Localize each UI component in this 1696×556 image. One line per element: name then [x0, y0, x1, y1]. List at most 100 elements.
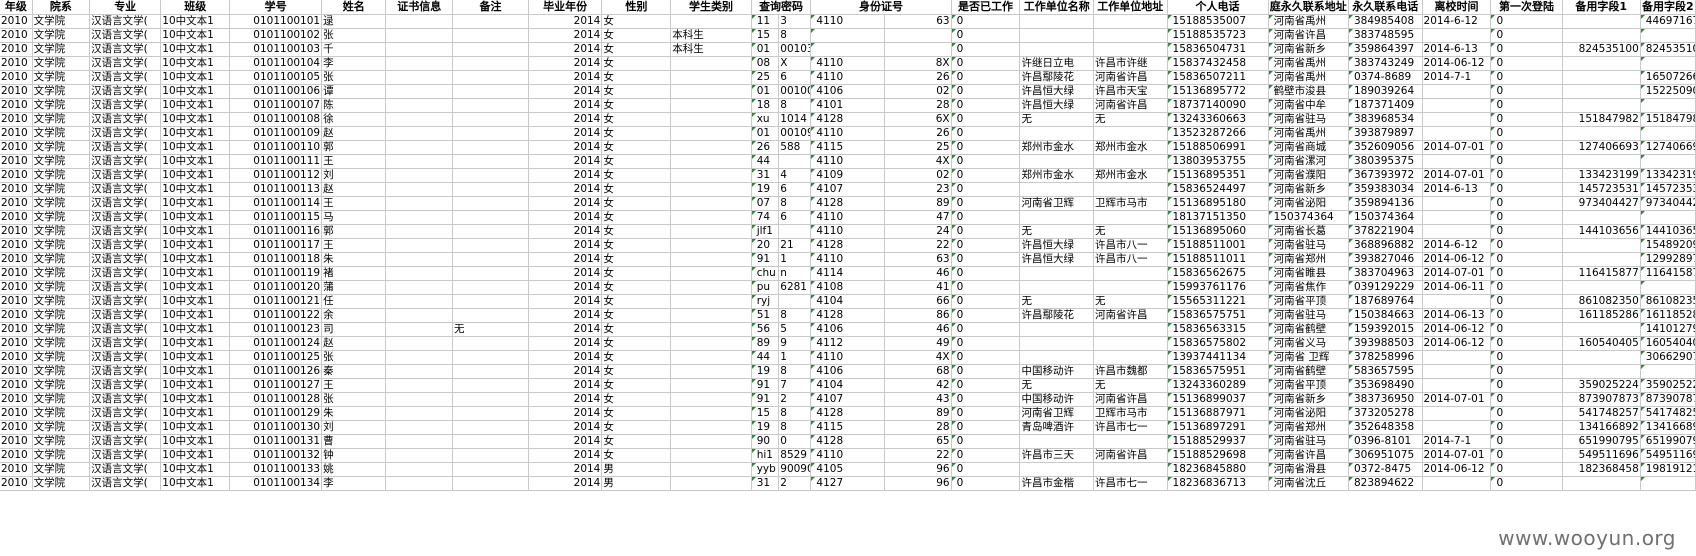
table-cell[interactable]: 郭	[321, 140, 387, 155]
table-cell[interactable]	[670, 182, 752, 197]
table-cell[interactable]: 2014	[528, 42, 603, 57]
table-cell[interactable]	[1019, 210, 1094, 225]
table-cell[interactable]: 28	[884, 98, 952, 113]
table-cell[interactable]	[452, 210, 529, 225]
table-cell[interactable]: 0101100111	[229, 154, 323, 169]
table-cell[interactable]: 07	[751, 196, 780, 211]
table-cell[interactable]: 00103	[778, 42, 812, 57]
table-cell[interactable]: 2014-07-01	[1422, 140, 1492, 155]
table-cell[interactable]: 4128	[810, 112, 885, 127]
table-cell[interactable]: 651990795	[1562, 434, 1641, 449]
table-cell[interactable]: 徐	[321, 112, 387, 127]
table-cell[interactable]: 河南省义马	[1268, 336, 1350, 351]
table-cell[interactable]: 本科生	[670, 42, 752, 57]
table-cell[interactable]: 63	[884, 14, 952, 29]
table-cell[interactable]	[452, 56, 529, 71]
spreadsheet[interactable]: 年级 院系 专业 班级 学号 姓名 证书信息 备注 毕业年份 性别 学生类别 查…	[0, 0, 1696, 530]
table-cell[interactable]: 许昌恒大绿	[1019, 84, 1094, 99]
table-cell[interactable]: 许昌恒大绿	[1019, 238, 1094, 253]
table-cell[interactable]: 汉语言文学(	[89, 168, 162, 183]
table-cell[interactable]: 女	[601, 168, 672, 183]
table-cell[interactable]: 10中文本1	[160, 336, 231, 351]
table-cell[interactable]: hi1	[751, 448, 780, 463]
table-cell[interactable]: 4X	[884, 154, 952, 169]
table-cell[interactable]: 女	[601, 392, 672, 407]
table-cell[interactable]: 无	[1019, 224, 1094, 239]
table-cell[interactable]: X	[778, 56, 812, 71]
table-cell[interactable]: 河南省驻马	[1268, 308, 1350, 323]
table-cell[interactable]: 2010	[0, 294, 33, 309]
table-cell[interactable]	[1422, 98, 1492, 113]
table-cell[interactable]	[1562, 70, 1641, 85]
table-cell[interactable]: 0396-8101	[1348, 434, 1423, 449]
table-cell[interactable]: 973404427	[1640, 196, 1696, 211]
table-cell[interactable]: 378258996	[1348, 350, 1423, 365]
table-cell[interactable]: 549511696	[1562, 448, 1641, 463]
table-cell[interactable]: 0	[951, 350, 1021, 365]
table-cell[interactable]: 无	[452, 322, 529, 337]
table-cell[interactable]: 0101100134	[229, 476, 323, 491]
table-cell[interactable]: 郑州市金水	[1019, 168, 1094, 183]
table-cell[interactable]	[1019, 42, 1094, 57]
table-cell[interactable]: 文学院	[32, 476, 91, 491]
table-cell[interactable]: 0	[951, 14, 1021, 29]
table-cell[interactable]: 汉语言文学(	[89, 448, 162, 463]
table-cell[interactable]: 2014	[528, 56, 603, 71]
table-cell[interactable]: 2010	[0, 210, 33, 225]
table-cell[interactable]	[884, 42, 952, 57]
table-cell[interactable]: 4	[778, 168, 812, 183]
table-cell[interactable]	[385, 28, 454, 43]
table-cell[interactable]: 10中文本1	[160, 350, 231, 365]
table-cell[interactable]: 张	[321, 28, 387, 43]
table-cell[interactable]: 2014	[528, 154, 603, 169]
header-cell[interactable]: 年级	[0, 0, 33, 15]
table-cell[interactable]: 汉语言文学(	[89, 182, 162, 197]
table-cell[interactable]: 46	[884, 266, 952, 281]
table-cell[interactable]	[385, 434, 454, 449]
table-cell[interactable]: 河南省泌阳	[1268, 406, 1350, 421]
table-cell[interactable]	[385, 154, 454, 169]
table-cell[interactable]: 0	[1490, 392, 1563, 407]
table-cell[interactable]: 161185286	[1640, 308, 1696, 323]
table-cell[interactable]: 4127	[810, 476, 885, 491]
table-cell[interactable]: 15836575751	[1167, 308, 1269, 323]
table-cell[interactable]: 10中文本1	[160, 168, 231, 183]
table-cell[interactable]: 189039264	[1348, 84, 1423, 99]
table-cell[interactable]: jlf1	[751, 224, 780, 239]
table-cell[interactable]: 151847982	[1640, 112, 1696, 127]
table-cell[interactable]	[1422, 420, 1492, 435]
table-cell[interactable]: 汉语言文学(	[89, 462, 162, 477]
table-cell[interactable]: 10中文本1	[160, 266, 231, 281]
table-cell[interactable]	[385, 140, 454, 155]
table-cell[interactable]: 549511696	[1640, 448, 1696, 463]
table-cell[interactable]: 河南省禹州	[1268, 14, 1350, 29]
table-cell[interactable]: 90090	[778, 462, 812, 477]
table-cell[interactable]	[1640, 56, 1696, 71]
table-cell[interactable]: 15837432458	[1167, 56, 1269, 71]
table-cell[interactable]: 2010	[0, 322, 33, 337]
table-cell[interactable]: 汉语言文学(	[89, 364, 162, 379]
table-cell[interactable]: 10中文本1	[160, 420, 231, 435]
table-cell[interactable]: 49	[884, 336, 952, 351]
table-cell[interactable]: 2010	[0, 420, 33, 435]
table-cell[interactable]: 15188529698	[1167, 448, 1269, 463]
table-cell[interactable]: 01	[751, 84, 780, 99]
table-cell[interactable]: 0	[1490, 42, 1563, 57]
header-cell[interactable]: 工作单位名称	[1019, 0, 1094, 15]
table-cell[interactable]: 4110	[810, 448, 885, 463]
table-cell[interactable]: 4110	[810, 56, 885, 71]
table-cell[interactable]: 15188535723	[1167, 28, 1269, 43]
table-cell[interactable]: 393827046	[1348, 252, 1423, 267]
table-cell[interactable]: 10中文本1	[160, 224, 231, 239]
table-cell[interactable]: 393988503	[1348, 336, 1423, 351]
table-cell[interactable]: 文学院	[32, 294, 91, 309]
table-cell[interactable]: 19	[751, 420, 780, 435]
table-cell[interactable]	[670, 14, 752, 29]
table-cell[interactable]: 0	[951, 84, 1021, 99]
table-cell[interactable]: 141012798	[1640, 322, 1696, 337]
table-cell[interactable]: 359025224	[1640, 378, 1696, 393]
table-cell[interactable]	[670, 154, 752, 169]
table-cell[interactable]	[452, 252, 529, 267]
table-cell[interactable]: 2010	[0, 308, 33, 323]
table-cell[interactable]: 182368458	[1562, 462, 1641, 477]
